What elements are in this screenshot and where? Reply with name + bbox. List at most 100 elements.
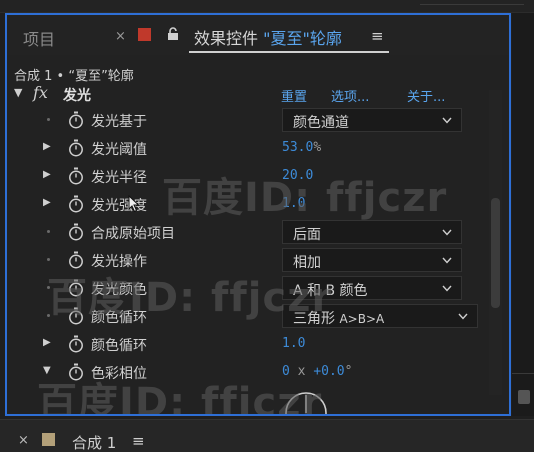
property-label: 发光半径 xyxy=(91,170,147,186)
property-label: 发光阈值 xyxy=(91,142,147,158)
row-bullet xyxy=(47,230,50,233)
property-row: 发光颜色 A 和 B 颜色 xyxy=(7,274,482,302)
stopwatch-icon[interactable] xyxy=(68,195,84,213)
dropdown-value-text: 相加 xyxy=(293,255,321,271)
row-bullet xyxy=(47,118,50,121)
property-dropdown[interactable]: 相加 xyxy=(282,248,462,272)
expand-triangle-icon[interactable]: ▶ xyxy=(43,141,51,152)
chevron-down-icon xyxy=(442,257,452,264)
property-value[interactable]: 1.0 xyxy=(282,196,305,211)
options-link[interactable]: 选项... xyxy=(331,86,369,105)
dropdown-value: A 和 B 颜色 xyxy=(293,280,368,300)
value-number: 53.0 xyxy=(282,140,314,155)
stopwatch-icon[interactable] xyxy=(68,111,84,129)
tab-project[interactable]: 项目 xyxy=(23,26,55,50)
property-dropdown[interactable]: A 和 B 颜色 xyxy=(282,276,462,300)
property-label: 合成原始项目 xyxy=(91,226,175,242)
layer-color-swatch xyxy=(138,28,151,41)
stopwatch-icon[interactable] xyxy=(68,251,84,269)
row-bullet xyxy=(47,286,50,289)
property-label: 发光颜色 xyxy=(91,282,147,298)
property-row: 合成原始项目 后面 xyxy=(7,218,482,246)
expand-triangle-icon[interactable]: ▶ xyxy=(43,337,51,348)
property-value[interactable]: 0 x +0.0° xyxy=(282,364,352,379)
dropdown-value-text: 三角形 xyxy=(293,311,335,327)
top-strip xyxy=(0,0,534,13)
chevron-down-icon xyxy=(442,117,452,124)
stopwatch-icon[interactable] xyxy=(68,335,84,353)
property-row: 发光基于 颜色通道 xyxy=(7,106,482,134)
chevron-down-icon xyxy=(442,285,452,292)
mouse-cursor-icon xyxy=(128,195,140,213)
breadcrumb: 合成 1 • “夏至”轮廓 xyxy=(14,69,134,84)
angle-rev-unit: x xyxy=(297,364,306,379)
property-dropdown[interactable]: 后面 xyxy=(282,220,462,244)
property-value[interactable]: 20.0 xyxy=(282,168,313,183)
composition-menu-icon[interactable]: ≡ xyxy=(132,432,145,450)
adjacent-panel-edge xyxy=(512,13,534,416)
dropdown-value: 相加 xyxy=(293,252,321,272)
row-bullet xyxy=(47,258,50,261)
property-value[interactable]: 53.0% xyxy=(282,140,321,155)
dropdown-value: 三角形 A>B>A xyxy=(293,308,384,328)
dropdown-value-text: 颜色通道 xyxy=(293,115,349,131)
dropdown-value-text: 后面 xyxy=(293,227,321,243)
scrollbar-thumb[interactable] xyxy=(491,198,500,308)
property-label: 发光操作 xyxy=(91,254,147,270)
property-label: 颜色循环 xyxy=(91,310,147,326)
tab-bar: 项目 × 效果控件 "夏至"轮廓 ≡ xyxy=(7,15,509,55)
about-link[interactable]: 关于... xyxy=(407,86,445,105)
value-number: 1.0 xyxy=(282,336,306,351)
collapse-triangle-icon[interactable]: ▼ xyxy=(43,365,51,376)
composition-tab-title[interactable]: 合成 1 xyxy=(72,432,116,452)
property-row: ▶ 颜色循环 1.0 xyxy=(7,330,482,358)
active-tab-indicator xyxy=(189,51,389,53)
top-divider xyxy=(420,4,524,5)
property-value[interactable]: 1.0 xyxy=(282,336,305,351)
composition-tab-close-icon[interactable]: × xyxy=(18,433,29,448)
stopwatch-icon[interactable] xyxy=(68,307,84,325)
panel-divider xyxy=(512,373,534,374)
dropdown-value: 后面 xyxy=(293,224,321,244)
property-row: ▶ 发光阈值 53.0% xyxy=(7,134,482,162)
property-row: ▼ 色彩相位 0 x +0.0° xyxy=(7,358,482,386)
angle-dial[interactable] xyxy=(283,390,329,416)
value-unit: % xyxy=(313,140,322,155)
panel-menu-icon[interactable]: ≡ xyxy=(371,27,384,45)
property-label: 颜色循环 xyxy=(91,338,147,354)
property-label: 色彩相位 xyxy=(91,366,147,382)
effect-controls-panel: 项目 × 效果控件 "夏至"轮廓 ≡ 合成 1 • “夏至”轮廓 ▼ fx 发光… xyxy=(5,13,511,416)
reset-link[interactable]: 重置 xyxy=(281,86,307,105)
row-bullet xyxy=(47,314,50,317)
chevron-down-icon xyxy=(458,313,468,320)
composition-color-swatch xyxy=(42,433,55,446)
dropdown-value-text: A 和 B 颜色 xyxy=(293,283,368,299)
panel-resize-handle[interactable] xyxy=(518,390,530,404)
chevron-down-icon xyxy=(442,229,452,236)
angle-revolutions: 0 xyxy=(282,364,290,379)
fx-toggle-icon[interactable]: fx xyxy=(33,83,48,102)
stopwatch-icon[interactable] xyxy=(68,279,84,297)
stopwatch-icon[interactable] xyxy=(68,363,84,381)
dropdown-value: 颜色通道 xyxy=(293,112,349,132)
expand-triangle-icon[interactable]: ▶ xyxy=(43,169,51,180)
tab-close-icon[interactable]: × xyxy=(115,29,126,44)
stopwatch-icon[interactable] xyxy=(68,167,84,185)
value-number: 1.0 xyxy=(282,196,306,211)
expand-triangle-icon[interactable]: ▶ xyxy=(43,197,51,208)
tab-effect-controls-target: "夏至"轮廓 xyxy=(263,29,342,48)
stopwatch-icon[interactable] xyxy=(68,139,84,157)
collapse-triangle-icon[interactable]: ▼ xyxy=(14,86,22,99)
stopwatch-icon[interactable] xyxy=(68,223,84,241)
dropdown-value-suffix: A>B>A xyxy=(339,312,385,326)
effect-header: ▼ fx 发光 重置 选项... 关于... xyxy=(7,83,509,105)
property-dropdown[interactable]: 颜色通道 xyxy=(282,108,462,132)
tab-effect-controls[interactable]: 效果控件 "夏至"轮廓 xyxy=(194,25,342,49)
lock-icon[interactable] xyxy=(167,27,179,41)
property-dropdown[interactable]: 三角形 A>B>A xyxy=(282,304,478,328)
property-row: ▶ 发光强度 1.0 xyxy=(7,190,482,218)
angle-degrees: +0.0 xyxy=(313,364,345,379)
value-number: 20.0 xyxy=(282,168,314,183)
property-row: 发光操作 相加 xyxy=(7,246,482,274)
composition-panel-tab-bar: × 合成 1 ≡ xyxy=(0,419,534,452)
